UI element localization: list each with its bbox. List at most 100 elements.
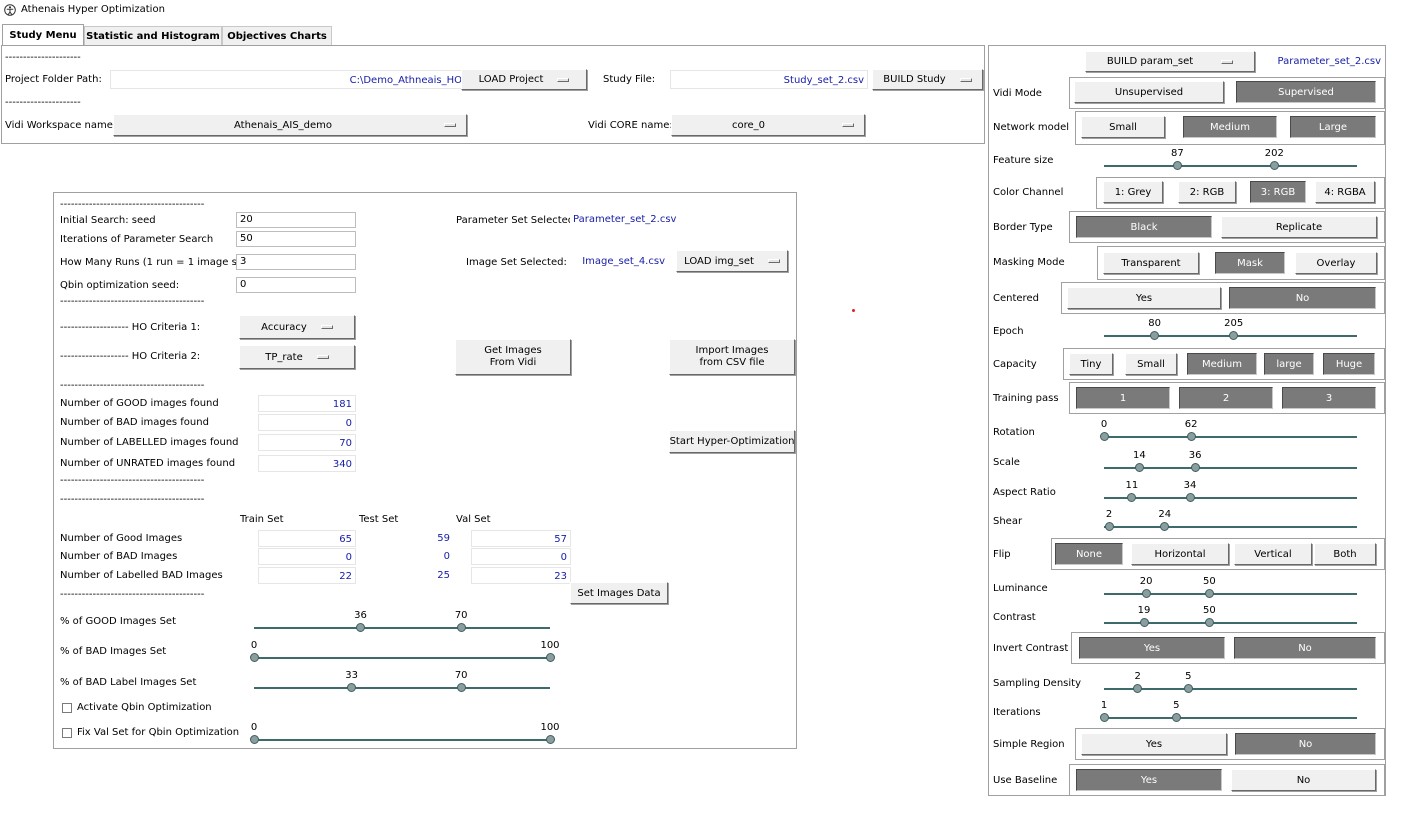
sampling-density-slider[interactable]: 25 <box>1104 671 1357 695</box>
scale-slider[interactable]: 14 36 <box>1104 450 1357 474</box>
fix-val-slider[interactable]: 0 100 <box>249 722 560 746</box>
masking-mode-mask[interactable]: Mask <box>1215 252 1285 274</box>
slider-high-handle[interactable] <box>1185 493 1195 502</box>
start-hyper-optimization-button[interactable]: Start Hyper-Optimization <box>669 430 795 453</box>
luminance-slider[interactable]: 20 50 <box>1104 576 1357 600</box>
border-type-replicate[interactable]: Replicate <box>1221 216 1377 238</box>
pct-bad-slider[interactable]: 0 100 <box>249 640 560 664</box>
slider-low-handle[interactable] <box>356 623 366 632</box>
criteria2-select[interactable]: TP_rate <box>239 345 355 369</box>
slider-track[interactable] <box>254 657 550 659</box>
tab-statistic-histogram[interactable]: Statistic and Histogram <box>84 26 222 45</box>
slider-high-handle[interactable] <box>545 653 555 662</box>
flip-none[interactable]: None <box>1055 543 1123 565</box>
slider-high-handle[interactable] <box>456 623 466 632</box>
vidi-mode-supervised[interactable]: Supervised <box>1236 81 1376 103</box>
slider-low-handle[interactable] <box>1099 713 1109 722</box>
slider-track[interactable] <box>1104 526 1357 528</box>
use-baseline-yes[interactable]: Yes <box>1076 769 1222 791</box>
slider-track[interactable] <box>1104 717 1357 719</box>
slider-high-handle[interactable] <box>1186 432 1196 441</box>
centered-yes[interactable]: Yes <box>1067 287 1221 309</box>
slider-low-handle[interactable] <box>347 683 357 692</box>
slider-track[interactable] <box>254 627 550 629</box>
load-img-set-button[interactable]: LOAD img_set <box>676 250 788 272</box>
invert-contrast-yes[interactable]: Yes <box>1079 637 1225 659</box>
masking-mode-transparent[interactable]: Transparent <box>1103 252 1199 274</box>
slider-high-handle[interactable] <box>1171 713 1181 722</box>
epoch-slider[interactable]: 80 205 <box>1104 318 1357 342</box>
slider-high-handle[interactable] <box>456 683 466 692</box>
study-file-field[interactable]: Study_set_2.csv <box>670 70 868 89</box>
slider-high-handle[interactable] <box>1269 161 1279 170</box>
slider-high-handle[interactable] <box>1190 463 1200 472</box>
use-baseline-no[interactable]: No <box>1231 769 1376 791</box>
fix-val-checkbox[interactable] <box>62 728 72 738</box>
training-pass-2[interactable]: 2 <box>1179 387 1273 409</box>
slider-low-handle[interactable] <box>1104 522 1114 531</box>
color-channel-rgba[interactable]: 4: RGBA <box>1315 181 1375 203</box>
load-project-button[interactable]: LOAD Project <box>461 69 587 90</box>
slider-high-handle[interactable] <box>1204 618 1214 627</box>
network-model-small[interactable]: Small <box>1081 116 1165 138</box>
invert-contrast-no[interactable]: No <box>1234 637 1376 659</box>
iterations-input[interactable]: 50 <box>236 231 356 247</box>
slider-low-handle[interactable] <box>1172 161 1182 170</box>
simple-region-no[interactable]: No <box>1235 733 1376 755</box>
project-folder-field[interactable]: C:\Demo_Athneais_HO <box>110 70 466 89</box>
slider-low-handle[interactable] <box>1150 331 1160 340</box>
flip-horizontal[interactable]: Horizontal <box>1131 543 1229 565</box>
slider-low-handle[interactable] <box>249 653 259 662</box>
capacity-large[interactable]: large <box>1264 353 1314 375</box>
capacity-medium[interactable]: Medium <box>1187 353 1257 375</box>
color-channel-rgb2[interactable]: 2: RGB <box>1178 181 1236 203</box>
capacity-huge[interactable]: Huge <box>1323 353 1375 375</box>
slider-high-handle[interactable] <box>1229 331 1239 340</box>
pct-lbad-slider[interactable]: 33 70 <box>254 670 550 694</box>
flip-both[interactable]: Both <box>1314 543 1376 565</box>
slider-track[interactable] <box>1104 497 1357 499</box>
vidi-workspace-select[interactable]: Athenais_AIS_demo <box>113 114 467 136</box>
slider-track[interactable] <box>1104 436 1357 438</box>
training-pass-3[interactable]: 3 <box>1282 387 1376 409</box>
build-study-button[interactable]: BUILD Study <box>872 69 983 90</box>
slider-low-handle[interactable] <box>1099 432 1109 441</box>
slider-low-handle[interactable] <box>1127 493 1137 502</box>
qbin-seed-input[interactable]: 0 <box>236 277 356 293</box>
training-pass-1[interactable]: 1 <box>1076 387 1170 409</box>
centered-no[interactable]: No <box>1229 287 1376 309</box>
import-images-button[interactable]: Import Images from CSV file <box>669 339 795 375</box>
slider-high-handle[interactable] <box>545 735 555 744</box>
shear-slider[interactable]: 2 24 <box>1104 509 1357 533</box>
aspect-ratio-slider[interactable]: 11 34 <box>1104 480 1357 504</box>
vidi-mode-unsupervised[interactable]: Unsupervised <box>1074 81 1224 103</box>
flip-vertical[interactable]: Vertical <box>1234 543 1312 565</box>
slider-high-handle[interactable] <box>1204 589 1214 598</box>
slider-low-handle[interactable] <box>249 735 259 744</box>
runs-input[interactable]: 3 <box>236 254 356 270</box>
slider-track[interactable] <box>1104 165 1357 167</box>
capacity-small[interactable]: Small <box>1125 353 1177 375</box>
get-images-button[interactable]: Get Images From Vidi <box>455 339 571 375</box>
slider-high-handle[interactable] <box>1160 522 1170 531</box>
vidi-core-select[interactable]: core_0 <box>671 114 865 136</box>
slider-track[interactable] <box>254 687 550 689</box>
simple-region-yes[interactable]: Yes <box>1081 733 1227 755</box>
pct-good-slider[interactable]: 36 70 <box>254 610 550 634</box>
criteria1-select[interactable]: Accuracy <box>239 315 355 339</box>
activate-qbin-checkbox[interactable] <box>62 703 72 713</box>
masking-mode-overlay[interactable]: Overlay <box>1295 252 1377 274</box>
slider-low-handle[interactable] <box>1139 618 1149 627</box>
iterations-slider[interactable]: 15 <box>1099 700 1357 724</box>
slider-track[interactable] <box>254 739 550 741</box>
feature-size-slider[interactable]: 87 202 <box>1104 148 1357 172</box>
rotation-slider[interactable]: 0 62 <box>1099 419 1357 443</box>
border-type-black[interactable]: Black <box>1076 216 1212 238</box>
slider-low-handle[interactable] <box>1133 684 1143 693</box>
network-model-large[interactable]: Large <box>1290 116 1376 138</box>
build-param-set-button[interactable]: BUILD param_set <box>1085 51 1255 72</box>
slider-high-handle[interactable] <box>1183 684 1193 693</box>
capacity-tiny[interactable]: Tiny <box>1069 353 1113 375</box>
color-channel-grey[interactable]: 1: Grey <box>1103 181 1163 203</box>
tab-study-menu[interactable]: Study Menu <box>2 24 84 46</box>
